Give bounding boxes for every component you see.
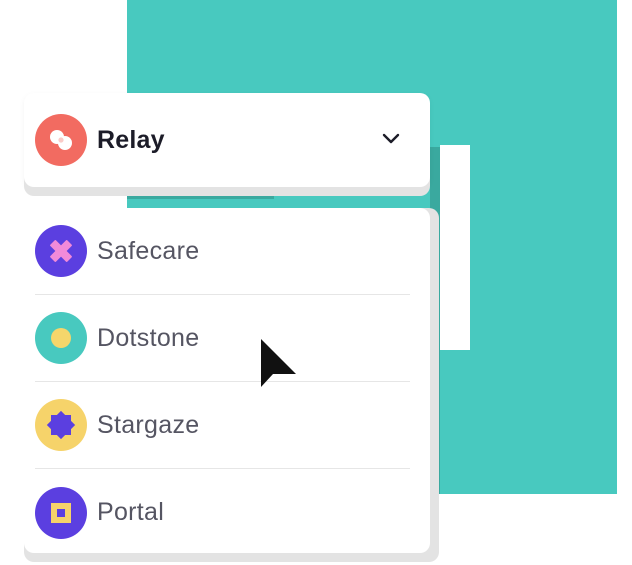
option-stargaze[interactable]: Stargaze	[35, 382, 410, 469]
teal-shadow	[430, 147, 440, 494]
dropdown-menu: Safecare Dotstone Stargaze Portal	[24, 208, 430, 553]
company-select[interactable]: Relay	[24, 93, 430, 187]
cross-icon	[35, 225, 87, 277]
mouse-pointer-icon	[261, 339, 296, 387]
option-label: Portal	[97, 498, 165, 526]
option-portal[interactable]: Portal	[35, 469, 410, 556]
star-icon	[35, 399, 87, 451]
square-icon	[35, 486, 87, 539]
option-safecare[interactable]: Safecare	[35, 208, 410, 295]
option-label: Safecare	[97, 236, 200, 265]
option-dotstone[interactable]: Dotstone	[35, 295, 410, 382]
option-label: Dotstone	[97, 323, 200, 352]
dot-icon	[35, 312, 87, 364]
selected-label: Relay	[97, 125, 165, 154]
white-notch	[440, 145, 470, 350]
relay-icon	[35, 114, 87, 166]
option-label: Stargaze	[97, 410, 200, 439]
teal-strip	[127, 185, 274, 199]
chevron-down-icon[interactable]	[382, 131, 400, 145]
